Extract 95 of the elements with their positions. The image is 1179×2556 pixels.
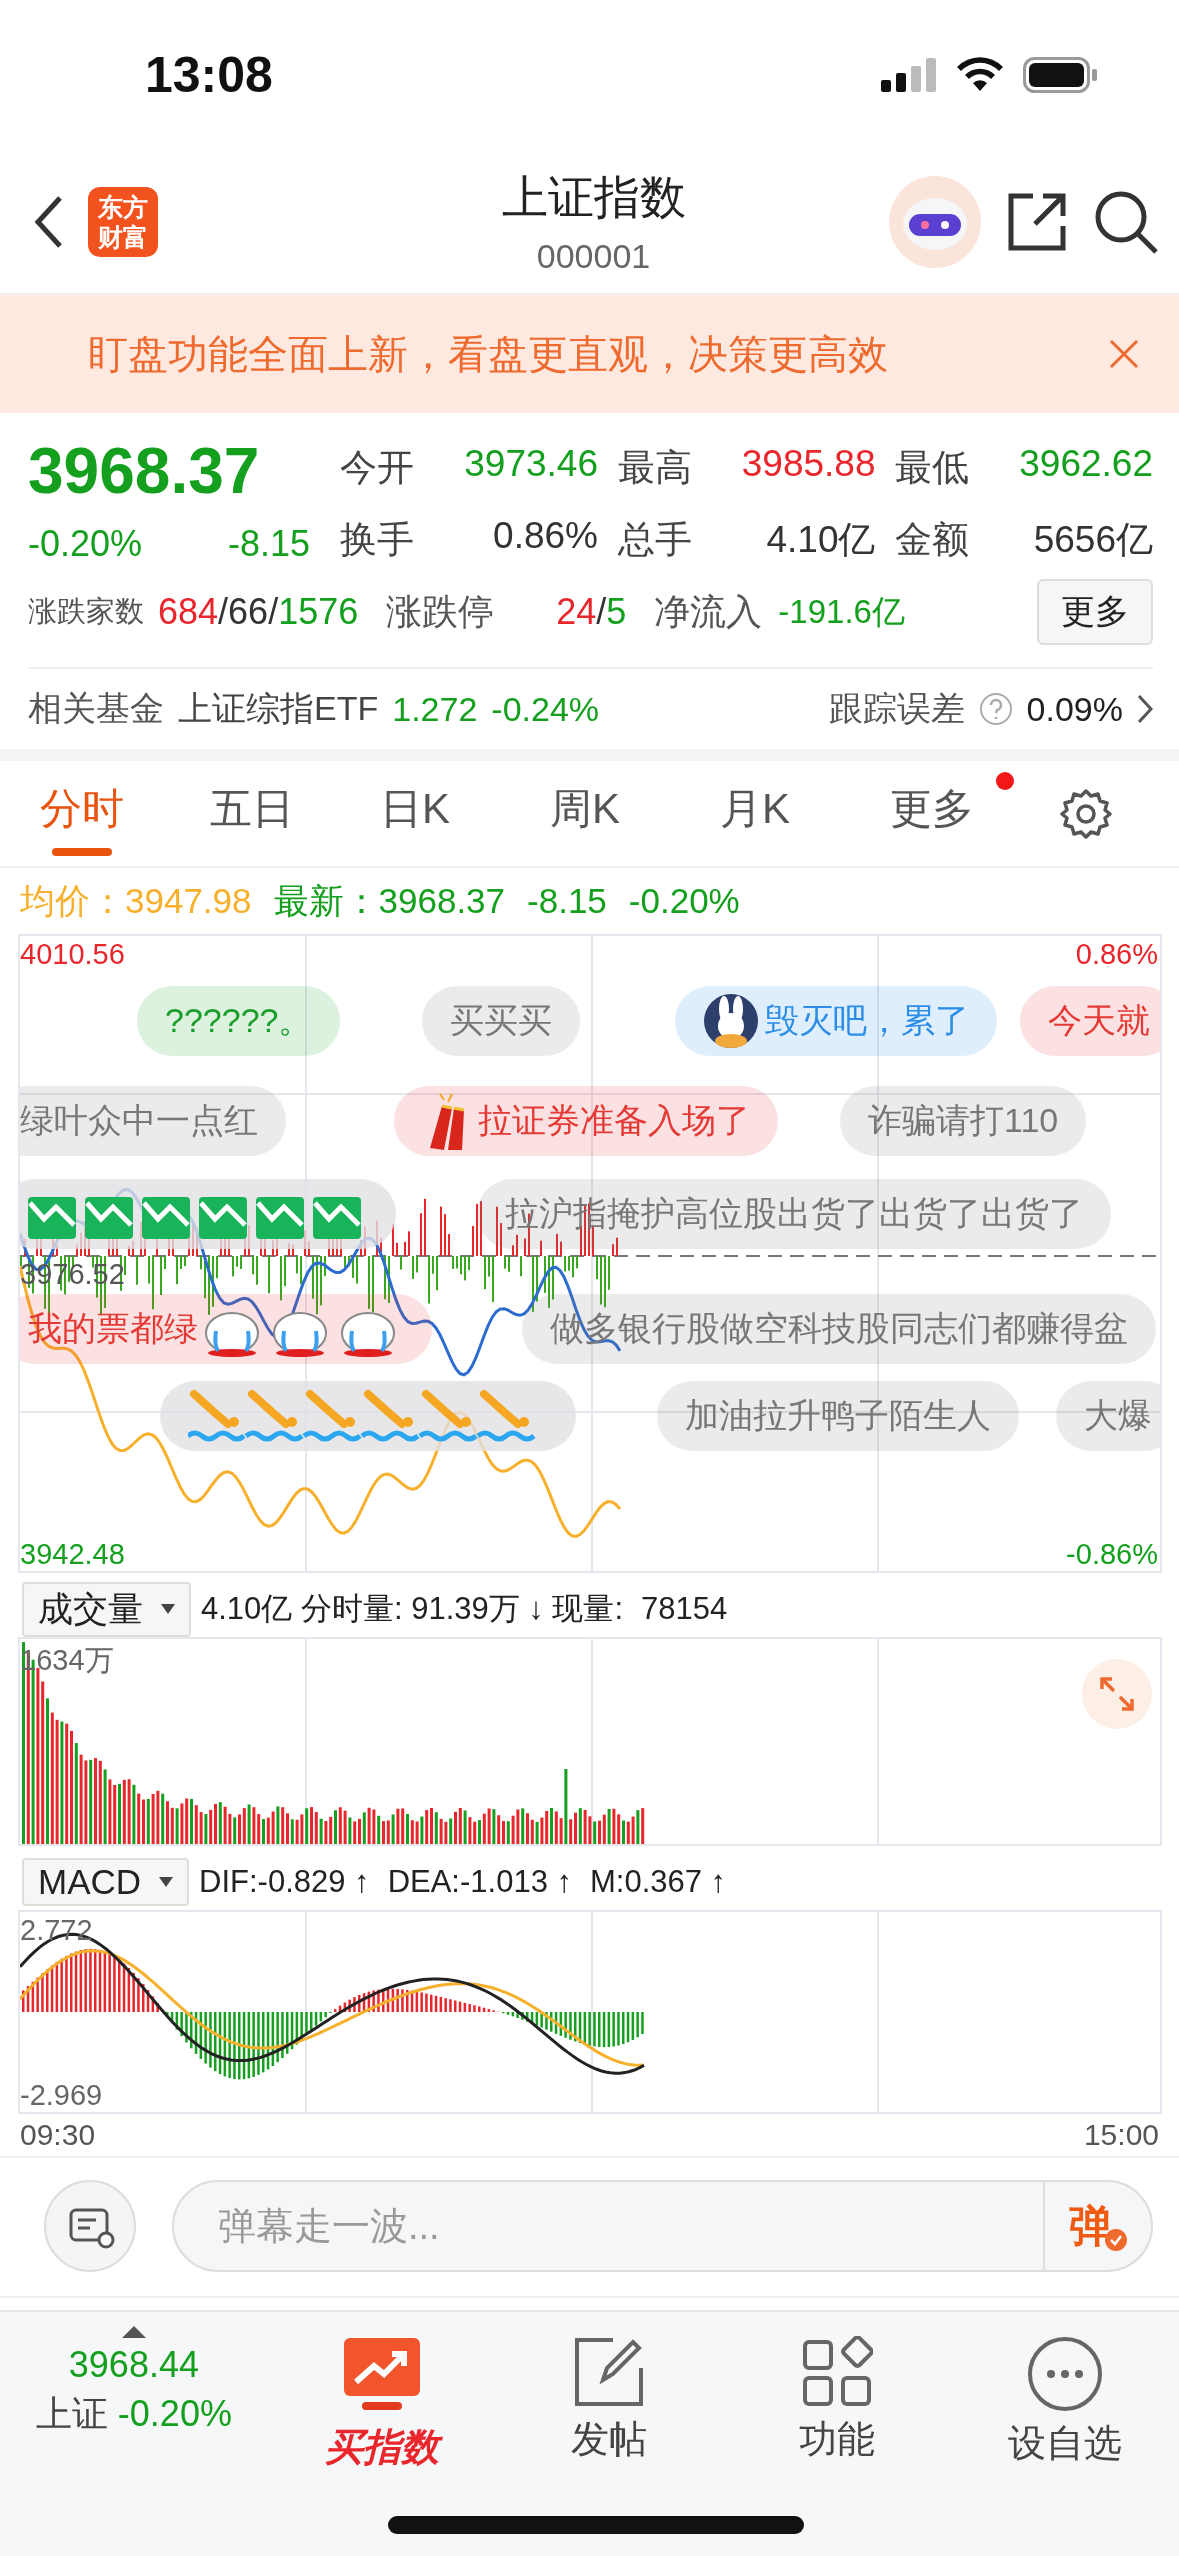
expand-icon[interactable] <box>1082 1659 1152 1729</box>
tracking-label: 跟踪误差 <box>828 688 965 729</box>
grid-icon <box>801 2336 874 2408</box>
tracking-value: 0.09% <box>1026 689 1123 729</box>
stock-code: 000001 <box>536 237 651 276</box>
average-price-value: 3947.98 <box>125 881 252 921</box>
stat-label: 涨跌家数 <box>28 594 144 629</box>
stat-value: 5656亿 <box>1033 518 1153 562</box>
more-button[interactable]: 更多 <box>1037 579 1153 645</box>
volume-summary: 4.10亿 分时量: 91.39万 ↓ 现量: <box>201 1590 624 1628</box>
indicator-selector[interactable]: 成交量 <box>22 1581 191 1637</box>
stat-label: 金额 <box>895 518 969 562</box>
danmaku-text: 大爆 <box>1084 1395 1152 1436</box>
stat-label: 总手 <box>617 518 692 562</box>
fund-change: -0.24% <box>491 689 600 729</box>
limit-count: 5 <box>606 591 627 633</box>
more-icon <box>1027 2336 1104 2412</box>
danmaku-text: 毁灭吧，累了 <box>765 1000 969 1041</box>
chart-tab[interactable]: 五日 <box>210 771 294 856</box>
axis-label: 0.86% <box>1075 938 1158 971</box>
macd-value: M:0.367 ↑ <box>590 1864 727 1900</box>
axis-label: 3942.48 <box>20 1538 125 1571</box>
danmaku-text: 绿叶众中一点红 <box>20 1100 258 1141</box>
stat-label: 净流入 <box>654 589 763 634</box>
stat-label: 今开 <box>340 446 414 490</box>
danmaku-text: 做多银行股做空科技股同志们都赚得盆 <box>550 1308 1128 1349</box>
breadth-count: 1576 <box>278 591 359 633</box>
chart-tab[interactable]: 更多 <box>890 771 974 856</box>
app-logo: 东方 财富 <box>88 186 158 257</box>
axis-label: 2.772 <box>20 1914 93 1947</box>
chart-tab[interactable]: 日K <box>380 771 450 856</box>
nav-item[interactable]: 功能 <box>737 2326 938 2465</box>
stat-label: 最低 <box>895 446 969 490</box>
stat-value: 3973.46 <box>464 443 598 486</box>
fund-price: 1.272 <box>392 689 478 729</box>
nav-item[interactable]: 买指数 <box>281 2326 482 2473</box>
chart-tab[interactable]: 分时 <box>40 771 124 856</box>
danmaku-text: 加油拉升鸭子陌生人 <box>685 1395 991 1436</box>
settings-icon[interactable] <box>1060 787 1112 840</box>
inflow-value: -191.6亿 <box>778 591 905 632</box>
rabbit-avatar-icon <box>703 993 759 1049</box>
danmaku-text: 今天就 <box>1048 1000 1150 1041</box>
danmaku-settings-icon[interactable] <box>44 2180 136 2272</box>
chevron-right-icon[interactable] <box>1137 694 1153 724</box>
axis-label: 4010.56 <box>20 938 125 971</box>
stat-label: 换手 <box>340 518 414 562</box>
breadth-count: / <box>268 591 279 633</box>
latest-price-value: 3968.37 <box>378 881 506 921</box>
edit-icon <box>573 2336 646 2408</box>
average-price-label: 均价： <box>20 879 125 922</box>
index-price: 3968.37 <box>28 434 261 509</box>
dif-value: DIF:-0.829 ↑ <box>199 1864 370 1900</box>
nav-item[interactable]: 发帖 <box>509 2326 710 2465</box>
status-time: 13:08 <box>145 46 273 104</box>
current-volume: 78154 <box>641 1591 728 1627</box>
nav-item[interactable]: 设自选 <box>965 2326 1166 2469</box>
wifi-icon <box>955 57 1005 93</box>
axis-label: -0.86% <box>1066 1538 1158 1571</box>
fund-label: 相关基金 <box>28 688 164 729</box>
stat-value: 3985.88 <box>741 443 876 486</box>
close-icon[interactable] <box>1109 339 1139 369</box>
breadth-count: 66 <box>228 591 269 633</box>
fund-name[interactable]: 上证综指ETF <box>178 686 379 732</box>
breadth-count: / <box>218 591 229 633</box>
stat-label: 涨跌停 <box>386 589 495 634</box>
stat-value: 3962.62 <box>1019 443 1153 486</box>
chart-tab[interactable]: 月K <box>720 771 790 856</box>
battery-icon <box>1023 57 1099 93</box>
stat-value: 0.86% <box>493 515 598 558</box>
time-label: 15:00 <box>1083 2118 1159 2152</box>
stat-label: 最高 <box>617 446 692 490</box>
change-percent: -0.20% <box>28 523 143 565</box>
index-ticker[interactable]: 3968.44 上证 -0.20% <box>13 2326 254 2439</box>
danmaku-text: ??????。 <box>165 1000 313 1041</box>
limit-count: / <box>596 591 607 633</box>
page-title: 上证指数 <box>501 170 686 225</box>
danmaku-text: 诈骗请打110 <box>868 1100 1059 1141</box>
stat-value: 4.10亿 <box>766 518 876 562</box>
up-triangle-icon <box>121 2326 146 2338</box>
axis-label: -2.969 <box>20 2079 103 2112</box>
signal-icon <box>881 58 937 92</box>
latest-percent: -0.20% <box>628 881 740 921</box>
chart-tab[interactable]: 周K <box>550 771 620 856</box>
indicator-selector[interactable]: MACD <box>22 1858 190 1906</box>
danmaku-text: 拉证券准备入场了 <box>478 1100 750 1141</box>
latest-price-label: 最新： <box>273 879 379 922</box>
breadth-count: 684 <box>158 591 219 633</box>
dea-value: DEA:-1.013 ↑ <box>387 1864 572 1900</box>
time-label: 09:30 <box>20 2118 96 2152</box>
danmaku-text: 买买买 <box>450 1000 552 1041</box>
back-icon[interactable] <box>34 194 64 249</box>
latest-change: -8.15 <box>527 881 607 921</box>
change-value: -8.15 <box>227 523 310 565</box>
limit-count: 24 <box>556 591 597 633</box>
robot-avatar-icon[interactable] <box>889 175 981 268</box>
